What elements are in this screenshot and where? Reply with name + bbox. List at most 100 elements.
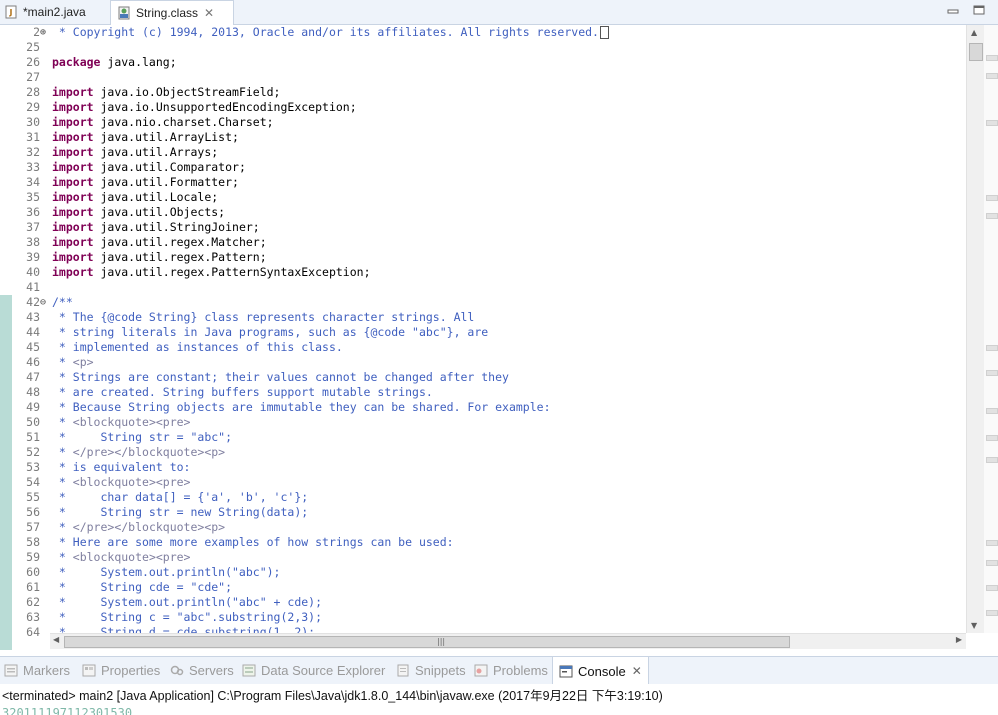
code-line[interactable]: 46 * <p> — [0, 355, 966, 370]
tab-data-source-explorer[interactable]: Data Source Explorer — [242, 657, 385, 684]
code-token: <blockquote><pre> — [72, 415, 191, 429]
code-line[interactable]: 25 — [0, 40, 966, 55]
vertical-scrollbar[interactable]: ▲ ▼ — [966, 25, 984, 633]
code-line[interactable]: 42 ⊖/** — [0, 295, 966, 310]
minimize-icon[interactable] — [946, 4, 960, 16]
line-number: 26 — [26, 55, 40, 69]
horizontal-scrollbar[interactable]: ◀ ||| ▶ — [50, 633, 966, 649]
code-token: * System.out.println("abc" + cde); — [52, 595, 323, 609]
console-view[interactable]: <terminated> main2 [Java Application] C:… — [0, 684, 998, 715]
code-line[interactable]: 48 * are created. String buffers support… — [0, 385, 966, 400]
code-line[interactable]: 50 * <blockquote><pre> — [0, 415, 966, 430]
code-line[interactable]: 53 * is equivalent to: — [0, 460, 966, 475]
tab-problems[interactable]: Problems — [474, 657, 548, 684]
overview-mark[interactable] — [986, 345, 998, 351]
tab-console[interactable]: Console ✕ — [552, 656, 649, 685]
code-line[interactable]: 63 * String c = "abc".substring(2,3); — [0, 610, 966, 625]
code-line[interactable]: 39 import java.util.regex.Pattern; — [0, 250, 966, 265]
code-line[interactable]: 33 import java.util.Comparator; — [0, 160, 966, 175]
line-number: 43 — [26, 310, 40, 324]
overview-ruler[interactable] — [984, 25, 998, 633]
overview-mark[interactable] — [986, 540, 998, 546]
tab-servers[interactable]: Servers — [170, 657, 234, 684]
code-line[interactable]: 35 import java.util.Locale; — [0, 190, 966, 205]
code-line[interactable]: 62 * System.out.println("abc" + cde); — [0, 595, 966, 610]
code-text: * <blockquote><pre> — [52, 415, 191, 430]
tab-string-class[interactable]: String.class ✕ — [110, 0, 234, 25]
code-line[interactable]: 52 * </pre></blockquote><p> — [0, 445, 966, 460]
close-icon[interactable]: ✕ — [204, 6, 214, 20]
code-token: java.util.regex.Pattern; — [93, 250, 267, 264]
code-text: * Because String objects are immutable t… — [52, 400, 551, 415]
line-number: 34 — [26, 175, 40, 189]
code-text: * string literals in Java programs, such… — [52, 325, 488, 340]
code-line[interactable]: 41 — [0, 280, 966, 295]
code-line[interactable]: 49 * Because String objects are immutabl… — [0, 400, 966, 415]
code-line[interactable]: 43 * The {@code String} class represents… — [0, 310, 966, 325]
scroll-down-icon[interactable]: ▼ — [971, 621, 977, 630]
code-line[interactable]: 60 * System.out.println("abc"); — [0, 565, 966, 580]
code-line[interactable]: 58 * Here are some more examples of how … — [0, 535, 966, 550]
code-line[interactable]: 38 import java.util.regex.Matcher; — [0, 235, 966, 250]
line-number: 2 — [33, 25, 40, 39]
code-line[interactable]: 44 * string literals in Java programs, s… — [0, 325, 966, 340]
code-line[interactable]: 59 * <blockquote><pre> — [0, 550, 966, 565]
overview-mark[interactable] — [986, 195, 998, 201]
overview-mark[interactable] — [986, 408, 998, 414]
code-token: import — [52, 205, 94, 219]
overview-mark[interactable] — [986, 213, 998, 219]
overview-mark[interactable] — [986, 120, 998, 126]
code-token: * — [52, 445, 73, 459]
code-line[interactable]: 45 * implemented as instances of this cl… — [0, 340, 966, 355]
scroll-thumb[interactable] — [969, 43, 983, 61]
grip-icon: ||| — [437, 637, 446, 646]
overview-mark[interactable] — [986, 435, 998, 441]
code-line[interactable]: 55 * char data[] = {'a', 'b', 'c'}; — [0, 490, 966, 505]
overview-mark[interactable] — [986, 560, 998, 566]
close-icon[interactable]: ✕ — [632, 664, 642, 678]
code-line[interactable]: 61 * String cde = "cde"; — [0, 580, 966, 595]
collapse-fold-icon[interactable]: ⊖ — [40, 295, 50, 310]
code-line[interactable]: 32 import java.util.Arrays; — [0, 145, 966, 160]
scroll-right-icon[interactable]: ▶ — [956, 635, 962, 644]
code-line[interactable]: 37 import java.util.StringJoiner; — [0, 220, 966, 235]
line-number: 38 — [26, 235, 40, 249]
code-line[interactable]: 34 import java.util.Formatter; — [0, 175, 966, 190]
overview-mark[interactable] — [986, 370, 998, 376]
overview-mark[interactable] — [986, 55, 998, 61]
tab-properties[interactable]: Properties — [82, 657, 160, 684]
code-editor[interactable]: 2 ⊕ * Copyright (c) 1994, 2013, Oracle an… — [0, 25, 998, 650]
tab-label: Servers — [189, 663, 234, 678]
code-line[interactable]: 56 * String str = new String(data); — [0, 505, 966, 520]
code-text: import java.util.Objects; — [52, 205, 225, 220]
code-line[interactable]: 28 import java.io.ObjectStreamField; — [0, 85, 966, 100]
maximize-icon[interactable] — [972, 4, 986, 16]
scroll-left-icon[interactable]: ◀ — [53, 635, 59, 644]
overview-mark[interactable] — [986, 457, 998, 463]
scroll-up-icon[interactable]: ▲ — [971, 28, 977, 37]
code-token: * — [52, 415, 73, 429]
overview-mark[interactable] — [986, 610, 998, 616]
overview-mark[interactable] — [986, 73, 998, 79]
line-number: 59 — [26, 550, 40, 564]
code-line[interactable]: 30 import java.nio.charset.Charset; — [0, 115, 966, 130]
overview-mark[interactable] — [986, 585, 998, 591]
code-line[interactable]: 2 ⊕ * Copyright (c) 1994, 2013, Oracle an… — [0, 25, 966, 40]
code-line[interactable]: 40 import java.util.regex.PatternSyntaxEx… — [0, 265, 966, 280]
scroll-thumb[interactable]: ||| — [64, 636, 790, 648]
code-line[interactable]: 47 * Strings are constant; their values … — [0, 370, 966, 385]
code-line[interactable]: 29 import java.io.UnsupportedEncodingExce… — [0, 100, 966, 115]
code-line[interactable]: 54 * <blockquote><pre> — [0, 475, 966, 490]
console-icon — [559, 665, 573, 677]
code-line[interactable]: 51 * String str = "abc"; — [0, 430, 966, 445]
code-line[interactable]: 27 — [0, 70, 966, 85]
code-line[interactable]: 26 package java.lang; — [0, 55, 966, 70]
code-line[interactable]: 57 * </pre></blockquote><p> — [0, 520, 966, 535]
expand-fold-icon[interactable]: ⊕ — [40, 25, 50, 40]
tab-snippets[interactable]: Snippets — [396, 657, 466, 684]
folded-region-icon[interactable] — [599, 26, 609, 39]
tab-markers[interactable]: Markers — [4, 657, 70, 684]
code-line[interactable]: 31 import java.util.ArrayList; — [0, 130, 966, 145]
code-line[interactable]: 36 import java.util.Objects; — [0, 205, 966, 220]
tab-main2-java[interactable]: J *main2.java — [0, 0, 111, 23]
